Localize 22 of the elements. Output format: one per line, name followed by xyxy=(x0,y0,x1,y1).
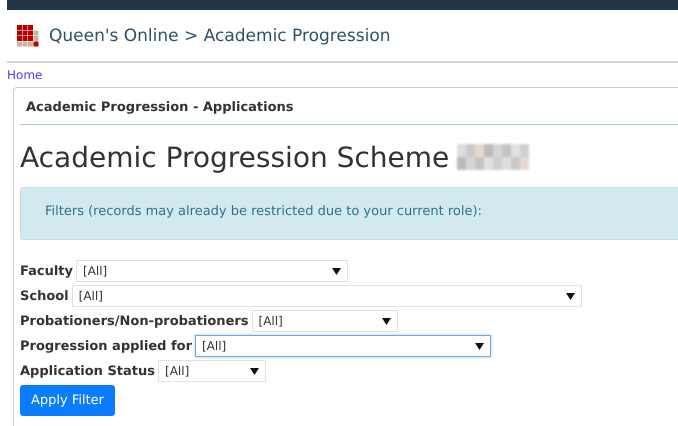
home-link[interactable]: Home xyxy=(7,68,42,82)
caret-icon xyxy=(382,318,391,324)
filter-dropdown[interactable]: [All] xyxy=(76,260,348,282)
logo-icon xyxy=(17,24,39,46)
caret-icon xyxy=(475,342,484,350)
filter-dropdown[interactable]: [All] xyxy=(195,335,491,357)
caret-icon xyxy=(566,292,575,300)
filter-label: Faculty xyxy=(20,264,73,278)
page-heading: Academic Progression Scheme xyxy=(20,140,450,174)
apply-filter-button[interactable]: Apply Filter xyxy=(20,385,116,416)
panel-heading: Academic Progression - Applications xyxy=(20,88,678,125)
filter-label: Application Status xyxy=(20,364,156,378)
filter-dropdown[interactable]: [All] xyxy=(72,285,582,307)
filters-alert: Filters (records may already be restricted due to your current role): xyxy=(20,187,678,240)
filter-dropdown[interactable]: [All] xyxy=(252,310,398,332)
site-title: Queen's Online > Academic Progression xyxy=(49,26,390,46)
caret-icon xyxy=(250,368,260,374)
filter-label: School xyxy=(20,288,69,304)
filter-dropdown[interactable]: [All] xyxy=(158,360,266,382)
filter-label: Progression applied for xyxy=(20,338,192,354)
filter-label: Probationers/Non-probationers xyxy=(20,314,249,328)
caret-icon xyxy=(332,268,341,274)
